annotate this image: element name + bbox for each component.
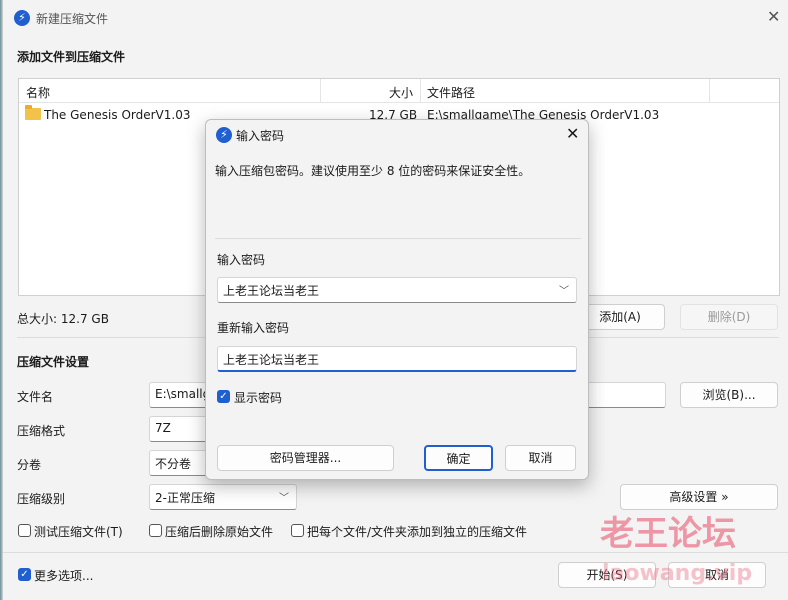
window-title: 新建压缩文件 — [36, 12, 109, 26]
password-input[interactable]: 上老王论坛当老王 ﹀ — [217, 277, 577, 303]
password-manager-button[interactable]: 密码管理器... — [217, 445, 394, 471]
file-list-header: 名称 大小 文件路径 — [19, 79, 779, 103]
column-name[interactable]: 名称 — [26, 84, 50, 101]
divider — [215, 238, 581, 239]
more-options-label[interactable]: 更多选项... — [34, 567, 93, 584]
chevron-down-icon: ﹀ — [279, 493, 289, 504]
column-size[interactable]: 大小 — [389, 84, 413, 101]
dialog-title: 输入密码 — [236, 129, 285, 143]
split-label: 分卷 — [17, 458, 42, 472]
column-path[interactable]: 文件路径 — [427, 84, 475, 101]
password-value: 上老王论坛当老王 — [223, 284, 320, 298]
delete-button[interactable]: 删除(D) — [680, 304, 778, 330]
browse-button[interactable]: 浏览(B)... — [680, 382, 778, 408]
split-value: 不分卷 — [155, 457, 192, 471]
confirm-password-input[interactable]: 上老王论坛当老王 — [217, 346, 577, 372]
test-archive-checkbox[interactable] — [18, 524, 31, 537]
folder-icon — [25, 105, 41, 120]
close-icon[interactable]: ✕ — [566, 124, 579, 143]
title-bar: ⚡ 新建压缩文件 ✕ — [3, 0, 788, 36]
app-icon: ⚡ — [216, 127, 232, 143]
column-divider — [320, 79, 321, 103]
more-options-checkbox[interactable]: ✓ — [18, 568, 31, 581]
delete-after-checkbox[interactable] — [149, 524, 162, 537]
watermark-url: laowang.vip — [602, 561, 753, 586]
watermark-logo: 老王论坛 — [600, 514, 736, 554]
password-label: 输入密码 — [217, 253, 266, 267]
ok-button[interactable]: 确定 — [424, 445, 493, 471]
dialog-cancel-button[interactable]: 取消 — [505, 445, 576, 471]
add-files-heading: 添加文件到压缩文件 — [17, 50, 126, 64]
confirm-password-value: 上老王论坛当老王 — [223, 353, 320, 367]
level-label: 压缩级别 — [17, 492, 66, 506]
format-label: 压缩格式 — [17, 424, 66, 438]
level-select[interactable]: 2-正常压缩 ﹀ — [149, 484, 297, 510]
show-password-label: 显示密码 — [234, 391, 283, 405]
filename-label: 文件名 — [17, 390, 54, 404]
separate-archives-checkbox[interactable] — [291, 524, 304, 537]
separate-archives-label: 把每个文件/文件夹添加到独立的压缩文件 — [307, 525, 528, 539]
format-value: 7Z — [155, 421, 171, 435]
total-size: 总大小: 12.7 GB — [17, 312, 109, 326]
file-name: The Genesis OrderV1.03 — [44, 108, 191, 122]
confirm-password-label: 重新输入密码 — [217, 321, 290, 335]
password-dialog: ⚡ 输入密码 ✕ 输入压缩包密码。建议使用至少 8 位的密码来保证安全性。 输入… — [205, 119, 589, 480]
column-divider — [709, 79, 710, 103]
show-password-checkbox[interactable]: ✓ — [217, 390, 230, 403]
column-divider — [420, 79, 421, 103]
close-icon[interactable]: ✕ — [767, 8, 780, 26]
app-icon: ⚡ — [14, 10, 30, 26]
level-value: 2-正常压缩 — [155, 491, 215, 505]
test-archive-label: 测试压缩文件(T) — [34, 525, 123, 539]
delete-after-label: 压缩后删除原始文件 — [165, 525, 274, 539]
chevron-down-icon[interactable]: ﹀ — [559, 282, 569, 297]
dialog-description: 输入压缩包密码。建议使用至少 8 位的密码来保证安全性。 — [215, 164, 531, 178]
settings-heading: 压缩文件设置 — [17, 355, 90, 369]
